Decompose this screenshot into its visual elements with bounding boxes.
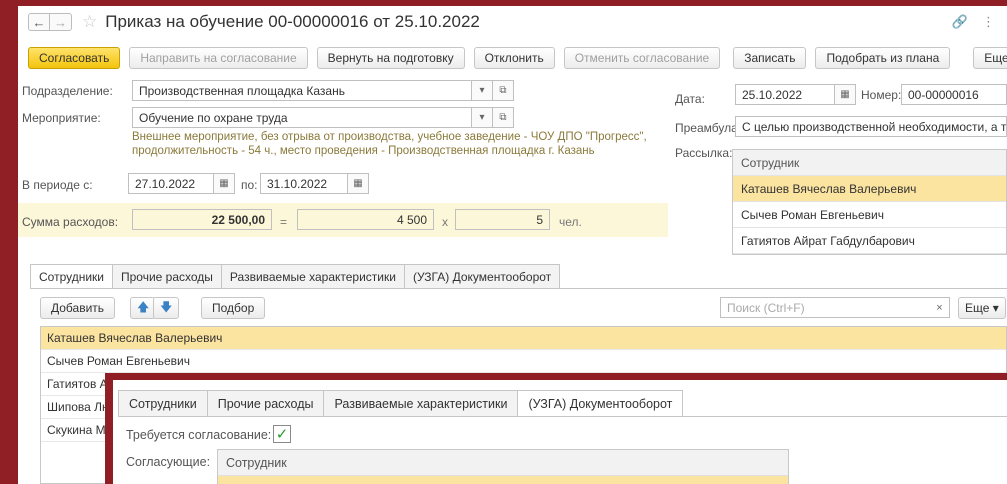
approvers-table: Сотрудник <box>217 449 789 484</box>
cancel-approval-button[interactable]: Отменить согласование <box>563 47 721 69</box>
date-field[interactable]: 25.10.2022 <box>735 84 835 105</box>
multiply-sign: x <box>442 215 448 229</box>
table-row[interactable] <box>218 476 788 484</box>
preamble-label: Преамбула: <box>675 121 742 135</box>
mailing-list: Сотрудник Каташев Вячеслав Валерьевич Сы… <box>732 149 1007 255</box>
tab-divider <box>30 288 1007 289</box>
tab-other-expenses[interactable]: Прочие расходы <box>112 264 222 288</box>
tab-document-flow[interactable]: (УЗГА) Документооборот <box>517 390 684 417</box>
more-button[interactable]: Еще <box>973 47 1007 69</box>
mailing-header[interactable]: Сотрудник <box>733 150 1006 176</box>
period-to-field[interactable]: 31.10.2022 <box>260 173 348 194</box>
date-label: Дата: <box>675 92 705 106</box>
cost-label: Сумма расходов: <box>22 215 119 229</box>
calendar-icon[interactable]: ▦ <box>213 173 235 194</box>
calendar-icon[interactable]: ▦ <box>834 84 856 105</box>
dropdown-icon[interactable]: ▾ <box>471 107 493 128</box>
dropdown-icon[interactable]: ▾ <box>471 80 493 101</box>
calendar-icon[interactable]: ▦ <box>347 173 369 194</box>
pick-from-plan-button[interactable]: Подобрать из плана <box>815 47 951 69</box>
number-field[interactable]: 00-00000016 <box>901 84 1007 105</box>
mailing-label: Рассылка: <box>675 146 733 160</box>
popup-tab-divider <box>118 416 1007 417</box>
approve-button[interactable]: Согласовать <box>28 47 121 69</box>
search-input[interactable]: Поиск (Ctrl+F) <box>720 297 950 318</box>
check-icon: ✓ <box>275 426 289 443</box>
tab-other-expenses[interactable]: Прочие расходы <box>206 390 325 416</box>
preamble-field[interactable]: С целью производственной необходимости, … <box>735 116 1007 137</box>
pick-button[interactable]: Подбор <box>201 297 266 319</box>
tab-characteristics[interactable]: Развиваемые характеристики <box>220 264 405 288</box>
division-label: Подразделение: <box>22 84 113 98</box>
table-row[interactable]: Сычев Роман Евгеньевич <box>41 350 1006 373</box>
clear-icon[interactable]: × <box>930 298 949 317</box>
highlight-border-left <box>0 0 18 484</box>
more-vertical-icon[interactable]: ⋮ <box>982 14 995 30</box>
link-icon[interactable]: 🔗 <box>952 14 968 30</box>
event-description: Внешнее мероприятие, без отрыва от произ… <box>132 131 647 157</box>
approvers-label: Согласующие: <box>126 455 211 469</box>
number-label: Номер: <box>861 88 902 102</box>
tab-employees[interactable]: Сотрудники <box>118 390 208 416</box>
people-unit: чел. <box>559 215 582 229</box>
title-bar: ← → ☆ Приказ на обучение 00-00000016 от … <box>18 6 1007 38</box>
people-count-field[interactable]: 5 <box>455 209 550 230</box>
favorite-star-icon[interactable]: ☆ <box>82 12 97 32</box>
window-title: Приказ на обучение 00-00000016 от 25.10.… <box>105 12 480 31</box>
forward-arrow-icon[interactable]: → <box>50 13 72 31</box>
tab-characteristics[interactable]: Развиваемые характеристики <box>323 390 519 416</box>
document-flow-popup: Сотрудники Прочие расходы Развиваемые ха… <box>113 380 1007 484</box>
mailing-row[interactable]: Каташев Вячеслав Валерьевич <box>733 176 1006 202</box>
table-row[interactable]: Каташев Вячеслав Валерьевич <box>41 327 1006 350</box>
equals-sign: = <box>280 215 288 229</box>
event-field[interactable]: Обучение по охране труда <box>132 107 472 128</box>
send-for-approval-button[interactable]: Направить на согласование <box>129 47 308 69</box>
open-link-icon[interactable]: ⧉ <box>492 80 514 101</box>
mailing-row[interactable]: Гатиятов Айрат Габдулбарович <box>733 228 1006 254</box>
move-down-icon[interactable]: 🡇 <box>153 297 180 319</box>
return-to-prep-button[interactable]: Вернуть на подготовку <box>316 47 465 69</box>
employees-more-button[interactable]: Еще ▾ <box>958 297 1006 319</box>
period-from-label: В периоде с: <box>22 178 93 192</box>
period-to-label: по: <box>241 178 258 192</box>
tab-employees[interactable]: Сотрудники <box>30 264 113 289</box>
division-field[interactable]: Производственная площадка Казань <box>132 80 472 101</box>
command-bar: Согласовать Направить на согласование Ве… <box>18 46 1007 70</box>
open-link-icon[interactable]: ⧉ <box>492 107 514 128</box>
cost-per-person-field[interactable]: 4 500 <box>297 209 434 230</box>
tab-document-flow[interactable]: (УЗГА) Документооборот <box>403 264 561 288</box>
event-label: Мероприятие: <box>22 111 101 125</box>
approval-required-label: Требуется согласование: <box>126 428 272 442</box>
save-button[interactable]: Записать <box>733 47 807 69</box>
approvers-header[interactable]: Сотрудник <box>218 450 788 476</box>
reject-button[interactable]: Отклонить <box>473 47 555 69</box>
tab-bar: Сотрудники Прочие расходы Развиваемые ха… <box>30 264 561 289</box>
popup-tab-bar: Сотрудники Прочие расходы Развиваемые ха… <box>118 390 684 417</box>
add-button[interactable]: Добавить <box>40 297 116 319</box>
back-arrow-icon[interactable]: ← <box>28 13 50 31</box>
cost-total-field[interactable]: 22 500,00 <box>132 209 272 230</box>
mailing-row[interactable]: Сычев Роман Евгеньевич <box>733 202 1006 228</box>
period-from-field[interactable]: 27.10.2022 <box>128 173 214 194</box>
approval-required-checkbox[interactable]: ✓ <box>273 425 291 443</box>
